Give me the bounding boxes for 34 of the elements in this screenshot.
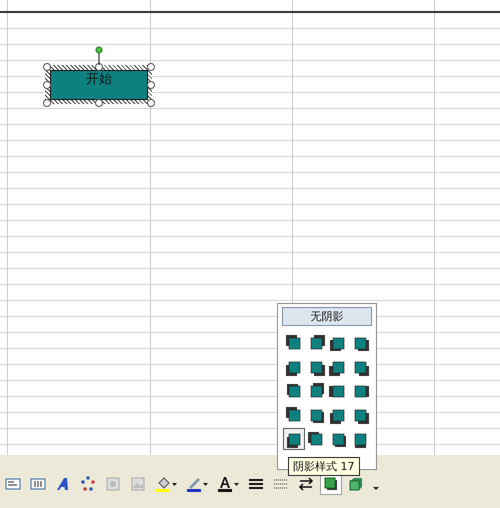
caret-icon — [373, 486, 379, 490]
resize-handle[interactable] — [95, 63, 103, 71]
clipart-icon — [105, 476, 121, 492]
shadow-style-icon — [285, 382, 303, 400]
shadow-icon — [323, 476, 339, 492]
shadow-style-icon — [307, 430, 325, 448]
vertical-textbox-icon — [30, 476, 46, 492]
brush-icon — [186, 476, 202, 492]
image-icon — [130, 476, 146, 492]
shadow-style-icon — [285, 334, 303, 352]
resize-handle[interactable] — [147, 81, 155, 89]
resize-handle[interactable] — [43, 99, 51, 107]
resize-handle[interactable] — [43, 63, 51, 71]
caret-icon — [172, 482, 177, 486]
wordart-icon — [55, 476, 71, 492]
paint-bucket-icon — [155, 476, 171, 492]
caret-icon — [203, 482, 208, 486]
resize-handle[interactable] — [147, 63, 155, 71]
resize-handle[interactable] — [43, 81, 51, 89]
resize-handle[interactable] — [95, 99, 103, 107]
diagram-icon — [80, 476, 96, 492]
font-color-icon — [217, 476, 233, 492]
tooltip: 阴影样式 17 — [288, 457, 360, 476]
start-shape[interactable]: 开始 — [50, 70, 148, 100]
caret-icon — [234, 482, 239, 486]
textbox-icon — [5, 476, 21, 492]
rotate-handle[interactable] — [95, 46, 103, 65]
resize-handle[interactable] — [147, 99, 155, 107]
line-style-icon — [248, 476, 264, 492]
shadow-style-icon — [285, 406, 303, 424]
3d-icon — [348, 476, 364, 492]
shadow-style-option[interactable] — [283, 428, 305, 450]
no-shadow-button[interactable]: 无阴影 — [282, 307, 372, 326]
arrow-style-icon — [298, 476, 314, 492]
